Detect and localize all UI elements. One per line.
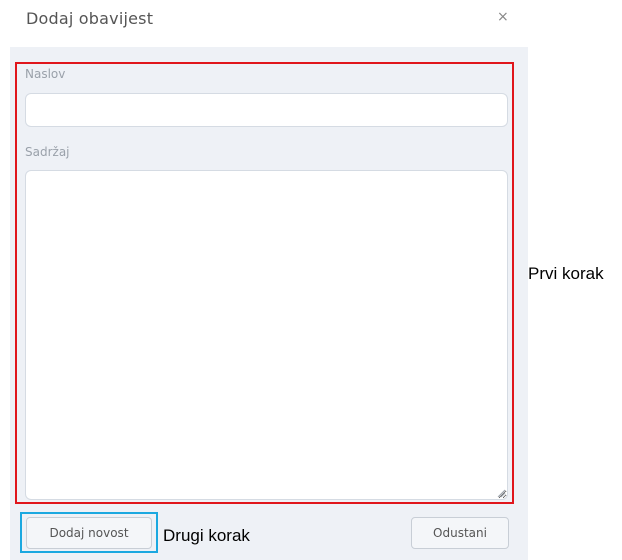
cancel-button[interactable]: Odustani <box>411 517 509 549</box>
modal-title: Dodaj obavijest <box>26 9 154 28</box>
close-icon[interactable]: × <box>497 10 509 24</box>
second-step-note: Drugi korak <box>163 526 250 545</box>
first-step-note: Prvi korak <box>528 264 604 283</box>
modal-header: Dodaj obavijest × <box>0 0 528 46</box>
second-step-highlight <box>20 512 158 553</box>
first-step-highlight <box>15 62 514 504</box>
